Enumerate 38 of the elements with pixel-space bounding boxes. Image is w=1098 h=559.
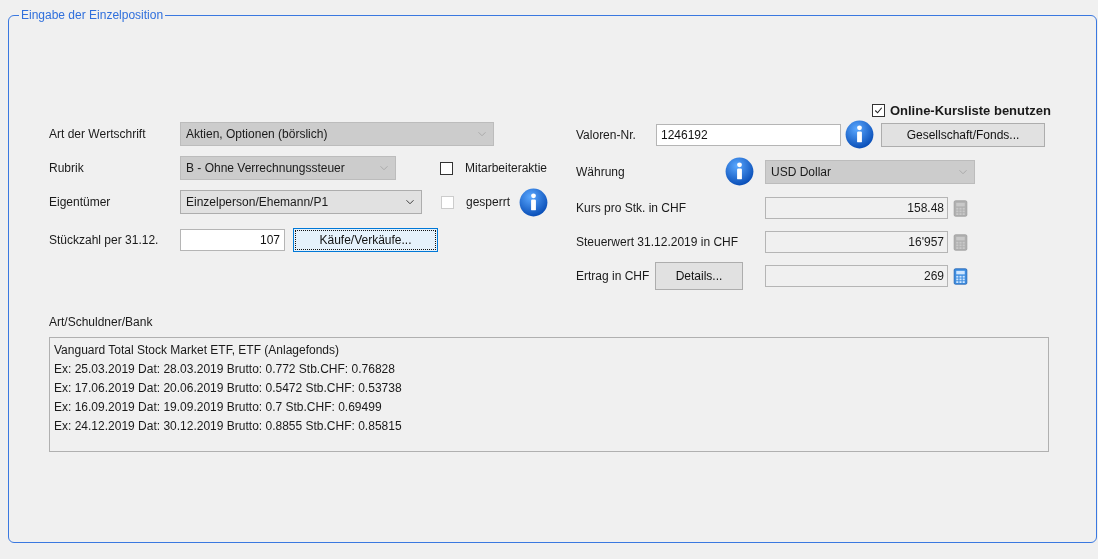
field-label: Art der Wertschrift	[49, 127, 147, 141]
company-button[interactable]: Gesellschaft/Fonds...	[881, 122, 1045, 147]
field-label: Steuerwert 31.12.2019 in CHF	[576, 235, 740, 249]
field-label: Eigentümer	[49, 195, 112, 209]
quantity-field[interactable]: 107	[180, 229, 285, 251]
field-label: Stückzahl per 31.12.	[49, 233, 160, 247]
text-line: Vanguard Total Stock Market ETF, ETF (Anlagefonds)	[54, 342, 341, 359]
dropdown: USD Dollar	[765, 159, 975, 184]
amount-field: 269	[765, 265, 948, 287]
security-number-field[interactable]: 1246192	[656, 123, 841, 146]
amount-field: 16'957	[765, 231, 948, 253]
field-label: Valoren-Nr.	[576, 127, 637, 142]
calculator-icon[interactable]	[952, 266, 969, 286]
info-icon[interactable]	[845, 120, 874, 149]
checkbox[interactable]	[871, 103, 885, 117]
info-icon[interactable]	[725, 157, 754, 186]
text-line: Ex: 16.09.2019 Dat: 19.09.2019 Brutto: 0.7 Stb.CHF: 0.69499	[54, 399, 383, 416]
dropdown: Aktien, Optionen (börslich)	[180, 122, 494, 146]
checkbox-label[interactable]: Mitarbeiteraktie	[465, 161, 548, 175]
checkbox-label[interactable]: Online-Kursliste benutzen	[889, 102, 1051, 118]
dropdown: B - Ohne Verrechnungssteuer	[180, 156, 396, 180]
amount-field: 158.48	[765, 197, 948, 219]
checkbox[interactable]	[440, 161, 453, 175]
field-label: Art/Schuldner/Bank	[49, 315, 154, 329]
field-label: Währung	[576, 164, 626, 179]
field-label: Rubrik	[49, 161, 85, 175]
text-line: Ex: 25.03.2019 Dat: 28.03.2019 Brutto: 0.772 Stb.CHF: 0.76828	[54, 361, 396, 378]
group-title: Eingabe der Einzelposition	[20, 8, 165, 22]
dropdown[interactable]: Einzelperson/Ehemann/P1	[180, 190, 422, 214]
field-label: Kurs pro Stk. in CHF	[576, 201, 688, 215]
checkbox-label: gesperrt	[466, 195, 511, 209]
text-area[interactable]	[49, 337, 1049, 452]
details-button[interactable]: Details...	[655, 262, 743, 290]
text-line: Ex: 24.12.2019 Dat: 30.12.2019 Brutto: 0.8855 Stb.CHF: 0.85815	[54, 418, 403, 435]
field-label: Ertrag in CHF	[576, 269, 651, 283]
text-line: Ex: 17.06.2019 Dat: 20.06.2019 Brutto: 0.5472 Stb.CHF: 0.53738	[54, 380, 403, 397]
info-icon[interactable]	[519, 187, 549, 217]
trades-button[interactable]: Käufe/Verkäufe...	[293, 228, 438, 252]
